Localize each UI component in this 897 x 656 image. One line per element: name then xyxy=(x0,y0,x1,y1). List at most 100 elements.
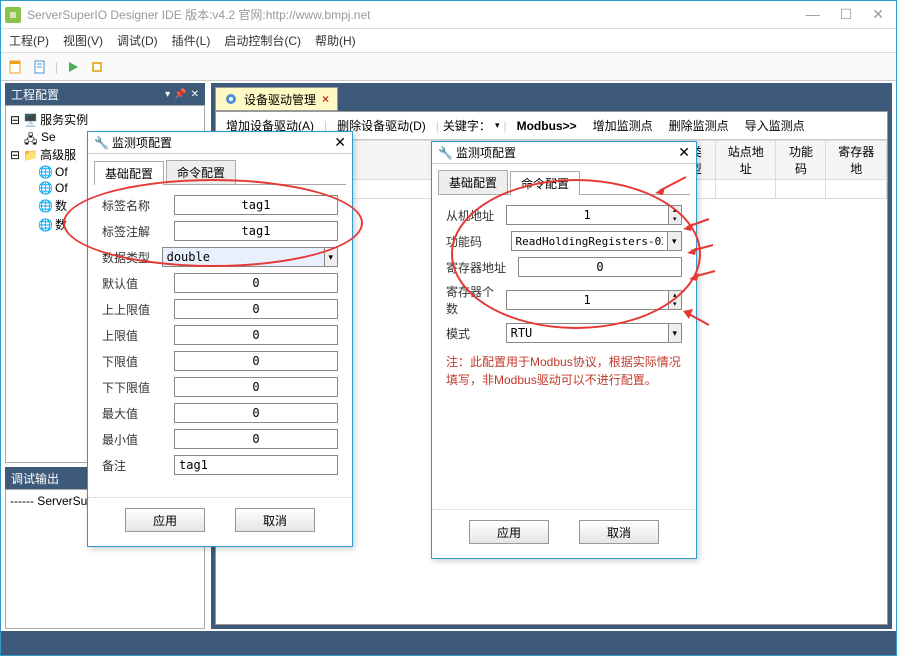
default-label: 默认值 xyxy=(102,275,174,292)
func-code-label: 功能码 xyxy=(446,233,511,250)
slave-addr-label: 从机地址 xyxy=(446,207,506,224)
minimize-button[interactable]: — xyxy=(806,6,820,23)
expand-icon[interactable]: ⊟ xyxy=(10,148,20,162)
cancel-button[interactable]: 取消 xyxy=(579,520,659,544)
tab-close-icon[interactable]: × xyxy=(322,92,329,106)
toolbar: | xyxy=(1,53,896,81)
menubar: 工程(P) 视图(V) 调试(D) 插件(L) 启动控制台(C) 帮助(H) xyxy=(1,29,896,53)
keyword-label: 关键字： xyxy=(443,117,491,134)
globe-icon: 🌐 xyxy=(38,199,52,213)
dialog-icon: 🔧 xyxy=(438,146,452,160)
default-input[interactable] xyxy=(174,273,338,293)
del-point-button[interactable]: 删除监测点 xyxy=(663,115,735,136)
chevron-down-icon[interactable]: ▾ xyxy=(325,247,338,267)
panel-dropdown-icon[interactable]: ▾ xyxy=(165,89,170,100)
low-input[interactable] xyxy=(174,351,338,371)
globe-icon: 🌐 xyxy=(38,218,52,232)
col-reg[interactable]: 寄存器地 xyxy=(826,141,887,180)
menu-view[interactable]: 视图(V) xyxy=(63,32,103,49)
tree-root[interactable]: 服务实例 xyxy=(40,111,88,128)
apply-button[interactable]: 应用 xyxy=(125,508,205,532)
panel-pin-icon[interactable]: 📌 xyxy=(174,89,186,100)
dialog-title: 监测项配置 xyxy=(112,134,172,151)
menu-console[interactable]: 启动控制台(C) xyxy=(224,32,301,49)
config-note: 注：此配置用于Modbus协议，根据实际情况填写，非Modbus驱动可以不进行配… xyxy=(446,353,682,389)
toolbar-new-icon[interactable] xyxy=(7,58,25,76)
upup-label: 上上限值 xyxy=(102,301,174,318)
monitor-config-dialog-basic: 🔧 监测项配置 ✕ 基础配置 命令配置 标签名称 标签注解 数据类型▾ 默认值 … xyxy=(87,131,353,547)
globe-icon: 🌐 xyxy=(38,165,52,179)
modbus-button[interactable]: Modbus>> xyxy=(511,117,583,135)
tree-item[interactable]: Of xyxy=(55,181,68,195)
tree-item[interactable]: 数 xyxy=(55,216,67,233)
gear-icon xyxy=(224,92,238,106)
close-button[interactable]: ✕ xyxy=(872,6,884,23)
folder-icon: 📁 xyxy=(23,148,37,162)
tag-note-label: 标签注解 xyxy=(102,223,174,240)
apply-button[interactable]: 应用 xyxy=(469,520,549,544)
monitor-config-dialog-command: 🔧 监测项配置 ✕ 基础配置 命令配置 从机地址 ▴▾ 功能码 ▾ 寄存器地址 寄存… xyxy=(431,141,697,559)
spinner[interactable]: ▴▾ xyxy=(669,205,682,225)
menu-debug[interactable]: 调试(D) xyxy=(117,32,158,49)
reg-count-input[interactable] xyxy=(506,290,669,310)
tree-item[interactable]: Se xyxy=(41,130,56,144)
menu-help[interactable]: 帮助(H) xyxy=(315,32,356,49)
toolbar-run-icon[interactable] xyxy=(64,58,82,76)
reg-addr-label: 寄存器地址 xyxy=(446,259,518,276)
max-label: 最大值 xyxy=(102,405,174,422)
min-input[interactable] xyxy=(174,429,338,449)
tab-command[interactable]: 命令配置 xyxy=(166,160,236,184)
panel-close-icon[interactable]: ✕ xyxy=(191,89,199,100)
func-code-select[interactable] xyxy=(511,231,668,251)
menu-project[interactable]: 工程(P) xyxy=(9,32,49,49)
upup-input[interactable] xyxy=(174,299,338,319)
app-icon xyxy=(5,7,21,23)
window-title: ServerSuperIO Designer IDE 版本:v4.2 官网:ht… xyxy=(27,6,806,23)
tag-note-input[interactable] xyxy=(174,221,338,241)
project-panel-title: 工程配置 xyxy=(11,86,59,103)
data-type-select[interactable] xyxy=(162,247,325,267)
up-input[interactable] xyxy=(174,325,338,345)
dialog-close-icon[interactable]: ✕ xyxy=(334,134,346,151)
toolbar-stop-icon[interactable] xyxy=(88,58,106,76)
menu-plugin[interactable]: 插件(L) xyxy=(172,32,211,49)
maximize-button[interactable]: ☐ xyxy=(840,6,853,23)
tree-item[interactable]: Of xyxy=(55,165,68,179)
remark-input[interactable] xyxy=(174,455,338,475)
debug-line: ------ ServerSup xyxy=(10,494,94,508)
tab-basic[interactable]: 基础配置 xyxy=(438,170,508,194)
document-tab[interactable]: 设备驱动管理 × xyxy=(215,87,338,111)
keyword-dropdown-icon[interactable]: ▾ xyxy=(495,120,500,131)
tree-item[interactable]: 高级服 xyxy=(40,146,76,163)
dialog-close-icon[interactable]: ✕ xyxy=(678,144,690,161)
max-input[interactable] xyxy=(174,403,338,423)
tree-item[interactable]: 数 xyxy=(55,197,67,214)
dialog-title: 监测项配置 xyxy=(456,144,516,161)
mode-select[interactable] xyxy=(506,323,669,343)
globe-icon: 🌐 xyxy=(38,181,52,195)
dialog-icon: 🔧 xyxy=(94,136,108,150)
add-point-button[interactable]: 增加监测点 xyxy=(587,115,659,136)
reg-addr-input[interactable] xyxy=(518,257,682,277)
mode-label: 模式 xyxy=(446,325,506,342)
col-station[interactable]: 站点地址 xyxy=(716,141,776,180)
chevron-down-icon[interactable]: ▾ xyxy=(669,323,682,343)
import-point-button[interactable]: 导入监测点 xyxy=(739,115,811,136)
reg-count-label: 寄存器个数 xyxy=(446,283,506,317)
tab-command[interactable]: 命令配置 xyxy=(510,171,580,195)
chevron-down-icon[interactable]: ▾ xyxy=(668,231,682,251)
up-label: 上限值 xyxy=(102,327,174,344)
tab-basic[interactable]: 基础配置 xyxy=(94,161,164,185)
col-func[interactable]: 功能码 xyxy=(776,141,826,180)
slave-addr-input[interactable] xyxy=(506,205,669,225)
lowlow-input[interactable] xyxy=(174,377,338,397)
folder-icon: 🖥️ xyxy=(23,113,37,127)
tab-label: 设备驱动管理 xyxy=(244,91,316,108)
tag-name-input[interactable] xyxy=(174,195,338,215)
server-icon: 🖧 xyxy=(24,130,38,144)
expand-icon[interactable]: ⊟ xyxy=(10,113,20,127)
toolbar-doc-icon[interactable] xyxy=(31,58,49,76)
spinner[interactable]: ▴▾ xyxy=(669,290,682,310)
lowlow-label: 下下限值 xyxy=(102,379,174,396)
cancel-button[interactable]: 取消 xyxy=(235,508,315,532)
